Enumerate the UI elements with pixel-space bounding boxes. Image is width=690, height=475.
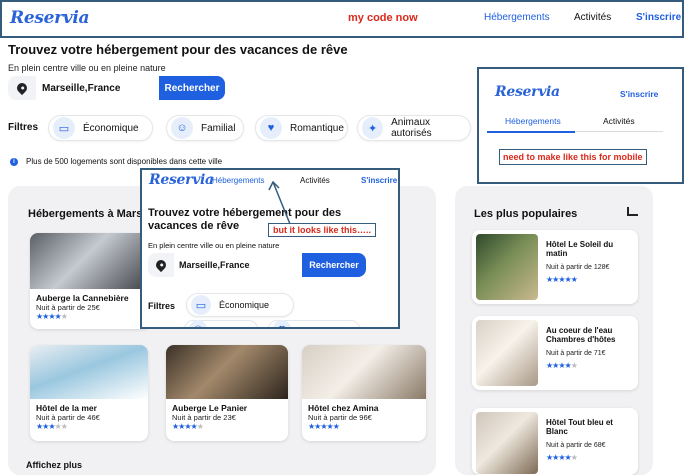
- popular-name: Hôtel Tout bleu et Blanc: [546, 418, 613, 436]
- search-button[interactable]: Rechercher: [159, 76, 225, 100]
- filter-label: Animaux autorisés: [391, 117, 432, 139]
- heart-icon: ♥: [273, 320, 291, 327]
- lodging-name: Hôtel de la mer: [36, 403, 97, 413]
- annotation-my-code: my code now: [348, 12, 418, 24]
- rating-stars: ★★★★★: [546, 275, 578, 284]
- lodging-name: Auberge Le Panier: [172, 403, 248, 413]
- trending-icon: [627, 207, 638, 216]
- rating-stars: ★★★★★: [546, 361, 578, 370]
- popular-panel: Les plus populaires Hôtel Le Soleil du m…: [455, 186, 653, 475]
- info-text: Plus de 500 logements sont disponibles d…: [26, 157, 223, 166]
- family-icon: ☺: [189, 320, 207, 327]
- filters-label: Filtres: [8, 122, 39, 133]
- page-subtitle: En plein centre ville ou en pleine natur…: [148, 241, 280, 250]
- popular-name: Au coeur de l'eau Chambres d'hôtes: [546, 326, 616, 344]
- logo[interactable]: Reservia: [149, 172, 214, 188]
- popular-price: Nuit à partir de 71€: [546, 350, 606, 357]
- filter-label: Économique: [83, 122, 139, 134]
- heart-icon: ♥: [260, 117, 282, 139]
- desktop-header: Reservia my code now Hébergements Activi…: [0, 0, 684, 38]
- filters-label: Filtres: [148, 301, 176, 311]
- lodging-photo: [166, 345, 288, 399]
- filter-familial-partial[interactable]: ☺: [184, 320, 258, 327]
- signup-link[interactable]: S'inscrire: [620, 89, 658, 99]
- rating-stars: ★★★★★: [546, 453, 578, 462]
- filter-label: Familial: [201, 122, 236, 134]
- lodging-photo: [302, 345, 426, 399]
- lodging-card[interactable]: Hôtel chez Amina Nuit à partir de 96€ ★★…: [302, 345, 426, 441]
- search-input[interactable]: Marseille,France: [36, 76, 159, 100]
- tab-indicator: [487, 131, 575, 133]
- annotation-mobile: need to make like this for mobile: [499, 149, 647, 165]
- filter-economique[interactable]: ▭ Économique: [48, 115, 153, 141]
- popular-photo: [476, 320, 538, 386]
- money-icon: ▭: [191, 295, 211, 315]
- popular-photo: [476, 412, 538, 474]
- logo[interactable]: Reservia: [10, 8, 90, 28]
- nav-hebergements[interactable]: Hébergements: [484, 12, 550, 23]
- lodging-price: Nuit à partir de 25€: [36, 303, 100, 312]
- filter-animaux[interactable]: ✦ Animaux autorisés: [357, 115, 471, 141]
- tab-divider: [575, 131, 663, 132]
- filter-romantique[interactable]: ♥ Romantique: [255, 115, 348, 141]
- logo[interactable]: Reservia: [495, 84, 560, 100]
- filter-label: Romantique: [290, 122, 344, 134]
- lodging-price: Nuit à partir de 46€: [36, 413, 100, 422]
- popular-title: Les plus populaires: [474, 208, 578, 220]
- filter-romantique-partial[interactable]: ♥: [268, 320, 360, 327]
- info-line: i Plus de 500 logements sont disponibles…: [10, 157, 222, 166]
- location-icon: [148, 257, 174, 273]
- lodging-photo: [30, 345, 148, 399]
- rating-stars: ★★★★★: [36, 422, 68, 431]
- lodging-price: Nuit à partir de 96€: [308, 413, 372, 422]
- lodging-photo: [30, 233, 150, 289]
- page-title: Trouvez votre hébergement pour des vacan…: [8, 42, 348, 57]
- lodging-name: Hôtel chez Amina: [308, 403, 379, 413]
- popular-name: Hôtel Le Soleil du matin: [546, 240, 614, 258]
- search-bar: Marseille,France Rechercher: [148, 253, 366, 277]
- info-icon: i: [10, 157, 18, 166]
- search-bar: Marseille,France Rechercher: [8, 76, 225, 100]
- popular-card[interactable]: Hôtel Tout bleu et Blanc Nuit à partir d…: [472, 408, 638, 475]
- show-more-link[interactable]: Affichez plus: [26, 460, 82, 470]
- lodging-price: Nuit à partir de 23€: [172, 413, 236, 422]
- tab-activites[interactable]: Activités: [603, 116, 635, 126]
- family-icon: ☺: [171, 117, 193, 139]
- filter-label: Économique: [219, 300, 270, 310]
- popular-price: Nuit à partir de 68€: [546, 442, 606, 449]
- lodging-card[interactable]: Hôtel de la mer Nuit à partir de 46€ ★★★…: [30, 345, 148, 441]
- search-input[interactable]: Marseille,France: [174, 253, 302, 277]
- money-icon: ▭: [53, 117, 75, 139]
- signup-link[interactable]: S'inscrire: [636, 12, 681, 23]
- nav-activites[interactable]: Activités: [574, 12, 611, 23]
- page-subtitle: En plein centre ville ou en pleine natur…: [8, 63, 166, 73]
- search-button[interactable]: Rechercher: [302, 253, 366, 277]
- nav-hebergements[interactable]: Hébergements: [212, 176, 264, 185]
- filter-economique[interactable]: ▭ Économique: [186, 293, 294, 317]
- filter-familial[interactable]: ☺ Familial: [166, 115, 244, 141]
- annotation-arrow-icon: [268, 180, 291, 225]
- tab-hebergements[interactable]: Hébergements: [505, 116, 561, 126]
- signup-link[interactable]: S'inscrire: [361, 176, 397, 185]
- popular-card[interactable]: Hôtel Le Soleil du matin Nuit à partir d…: [472, 230, 638, 304]
- mobile-actual-overlay: Reservia Hébergements Activités S'inscri…: [140, 168, 400, 329]
- rating-stars: ★★★★★: [308, 422, 340, 431]
- lodgings-title: Hébergements à Marseille: [28, 208, 158, 220]
- mobile-mockup: Reservia S'inscrire Hébergements Activit…: [477, 67, 684, 184]
- lodging-card[interactable]: Auberge Le Panier Nuit à partir de 23€ ★…: [166, 345, 288, 441]
- rating-stars: ★★★★★: [172, 422, 204, 431]
- lodging-name: Auberge la Cannebière: [36, 293, 129, 303]
- rating-stars: ★★★★★: [36, 312, 68, 321]
- dog-icon: ✦: [362, 117, 384, 139]
- popular-price: Nuit à partir de 128€: [546, 264, 610, 271]
- lodging-card[interactable]: Auberge la Cannebière Nuit à partir de 2…: [30, 233, 150, 329]
- location-icon: [8, 80, 36, 96]
- popular-card[interactable]: Au coeur de l'eau Chambres d'hôtes Nuit …: [472, 316, 638, 390]
- popular-photo: [476, 234, 538, 300]
